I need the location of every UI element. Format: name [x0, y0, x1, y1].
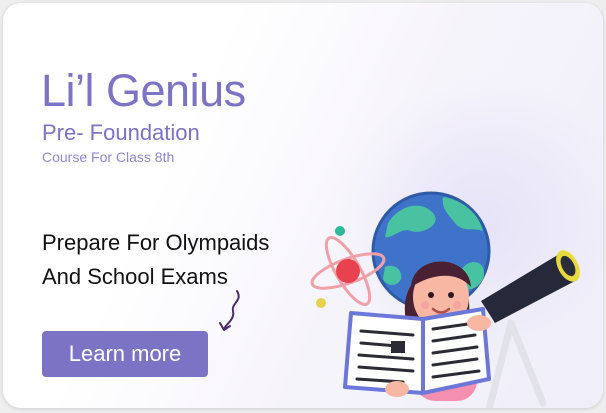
- card-subtitle: Pre- Foundation: [42, 120, 200, 145]
- tagline: Prepare For Olympaids And School Exams: [42, 226, 269, 294]
- open-book-icon: [343, 307, 491, 397]
- student-illustration: [310, 191, 580, 408]
- promo-card: Li’l Genius Pre- Foundation Course For C…: [3, 3, 603, 408]
- tagline-line-1: Prepare For Olympaids: [42, 230, 270, 255]
- squiggle-arrow-icon: [219, 290, 240, 331]
- card-title: Li’l Genius: [41, 65, 246, 116]
- telescope-icon: [481, 250, 580, 408]
- course-label: Course For Class 8th: [42, 149, 175, 165]
- learn-more-button[interactable]: Learn more: [42, 331, 208, 377]
